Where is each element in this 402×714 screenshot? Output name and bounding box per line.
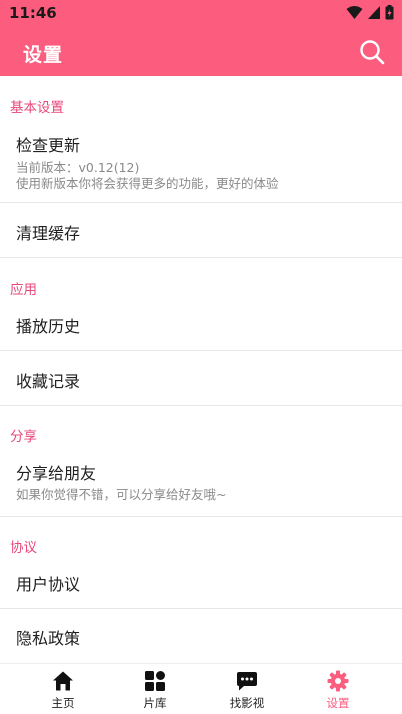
clear-cache-item[interactable]: 清理缓存 [0,203,402,257]
section-header-share: 分享 [10,429,37,445]
signal-icon [368,6,380,19]
update-description: 使用新版本你将会获得更多的功能，更好的体验 [16,176,279,191]
section-header-basic: 基本设置 [10,100,64,116]
status-time: 11:46 [9,4,57,22]
user-agreement-label: 用户协议 [16,575,81,594]
play-history-item[interactable]: 播放历史 [0,298,402,350]
tab-home-label: 主页 [51,696,75,710]
home-icon [53,671,73,691]
check-update-label: 检查更新 [16,136,81,155]
divider [0,516,402,517]
page-title: 设置 [23,44,64,66]
app-bar: 设置 [0,26,402,76]
grid-icon [145,671,165,691]
favorites-label: 收藏记录 [16,372,81,391]
section-header-agreement: 协议 [10,540,37,556]
section-header-app: 应用 [10,282,37,298]
tab-settings-label: 设置 [326,696,350,710]
battery-icon [385,5,394,20]
search-icon[interactable] [358,38,386,66]
share-friends-label: 分享给朋友 [16,464,97,483]
check-update-item[interactable]: 检查更新 当前版本：v0.12(12) 使用新版本你将会获得更多的功能，更好的体… [0,120,402,201]
divider [0,257,402,258]
play-history-label: 播放历史 [16,317,81,336]
share-description: 如果你觉得不错，可以分享给好友哦~ [16,487,227,502]
clear-cache-label: 清理缓存 [16,224,81,243]
divider [0,405,402,406]
status-icons [346,5,394,20]
tab-home[interactable]: 主页 [13,664,113,714]
user-agreement-item[interactable]: 用户协议 [0,557,402,609]
chat-bubble-icon [237,672,257,691]
bottom-navigation: 主页 片库 找影视 设置 [0,663,402,714]
privacy-policy-label: 隐私政策 [16,629,81,648]
tab-find[interactable]: 找影视 [197,664,297,714]
favorites-item[interactable]: 收藏记录 [0,351,402,405]
tab-settings[interactable]: 设置 [288,664,388,714]
tab-library-label: 片库 [143,696,167,710]
status-bar: 11:46 [0,0,402,26]
settings-list: 基本设置 检查更新 当前版本：v0.12(12) 使用新版本你将会获得更多的功能… [0,76,402,663]
privacy-policy-item[interactable]: 隐私政策 [0,609,402,663]
share-friends-item[interactable]: 分享给朋友 如果你觉得不错，可以分享给好友哦~ [0,446,402,516]
tab-find-label: 找影视 [229,696,265,710]
wifi-icon [346,6,363,19]
tab-library[interactable]: 片库 [105,664,205,714]
gear-icon [327,670,349,692]
